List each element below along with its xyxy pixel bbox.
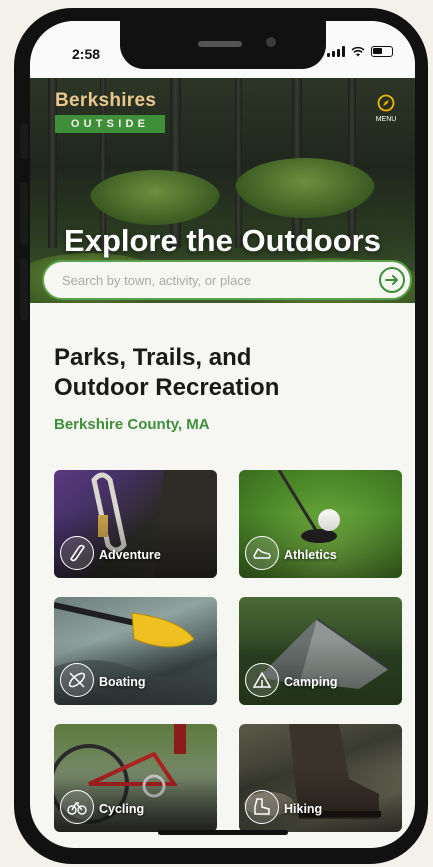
logo-tagline: OUTSIDE bbox=[55, 115, 165, 133]
search-submit-button[interactable] bbox=[379, 267, 405, 293]
carabiner-icon bbox=[60, 536, 94, 570]
category-tile-athletics[interactable]: Athletics bbox=[239, 470, 402, 578]
hero-title: Explore the Outdoors bbox=[64, 223, 381, 258]
search-bar[interactable]: Search by town, activity, or place bbox=[42, 260, 412, 300]
category-tile-camping[interactable]: Camping bbox=[239, 597, 402, 705]
moss-patch bbox=[235, 158, 375, 218]
signal-icon bbox=[327, 46, 345, 57]
menu-button[interactable]: MENU bbox=[369, 94, 403, 134]
compass-icon bbox=[377, 94, 395, 112]
category-label: Boating bbox=[99, 675, 146, 689]
category-label: Athletics bbox=[284, 548, 337, 562]
location-subtitle: Berkshire County, MA bbox=[54, 416, 210, 433]
category-tile-cycling[interactable]: Cycling bbox=[54, 724, 217, 832]
boot-icon bbox=[245, 790, 279, 824]
stage: 2:58 Berkshires OUTSIDE MENU Explore the… bbox=[0, 0, 433, 867]
phone-button-mute bbox=[20, 123, 28, 159]
home-indicator[interactable] bbox=[158, 830, 288, 835]
category-label: Cycling bbox=[99, 802, 145, 816]
wifi-icon bbox=[351, 46, 365, 57]
search-input[interactable]: Search by town, activity, or place bbox=[62, 273, 251, 288]
kayak-icon bbox=[60, 663, 94, 697]
moss-patch bbox=[90, 170, 220, 225]
phone-button-volume-up bbox=[20, 183, 28, 245]
category-label: Camping bbox=[284, 675, 338, 689]
phone-screen: 2:58 Berkshires OUTSIDE MENU Explore the… bbox=[30, 21, 415, 848]
status-icons bbox=[327, 46, 393, 57]
speaker bbox=[198, 41, 242, 47]
category-tile-adventure[interactable]: Adventure bbox=[54, 470, 217, 578]
category-tile-hiking[interactable]: Hiking bbox=[239, 724, 402, 832]
menu-label: MENU bbox=[375, 116, 397, 123]
tent-icon bbox=[245, 663, 279, 697]
page-title-line-1: Parks, Trails, and bbox=[54, 344, 252, 371]
battery-icon bbox=[371, 46, 393, 57]
bicycle-icon bbox=[60, 790, 94, 824]
page-title-line-2: Outdoor Recreation bbox=[54, 374, 280, 401]
front-camera bbox=[266, 37, 276, 47]
category-label: Adventure bbox=[99, 548, 161, 562]
category-tile-boating[interactable]: Boating bbox=[54, 597, 217, 705]
status-time: 2:58 bbox=[72, 46, 101, 62]
phone-button-volume-down bbox=[20, 258, 28, 320]
arrow-right-icon bbox=[385, 275, 398, 285]
page-title: Parks, Trails, and Outdoor Recreation bbox=[54, 343, 279, 403]
notch bbox=[120, 21, 326, 69]
logo-wordmark: Berkshires bbox=[55, 90, 157, 111]
status-bar: 2:58 bbox=[30, 21, 415, 83]
category-label: Hiking bbox=[284, 802, 323, 816]
sneaker-icon bbox=[245, 536, 279, 570]
